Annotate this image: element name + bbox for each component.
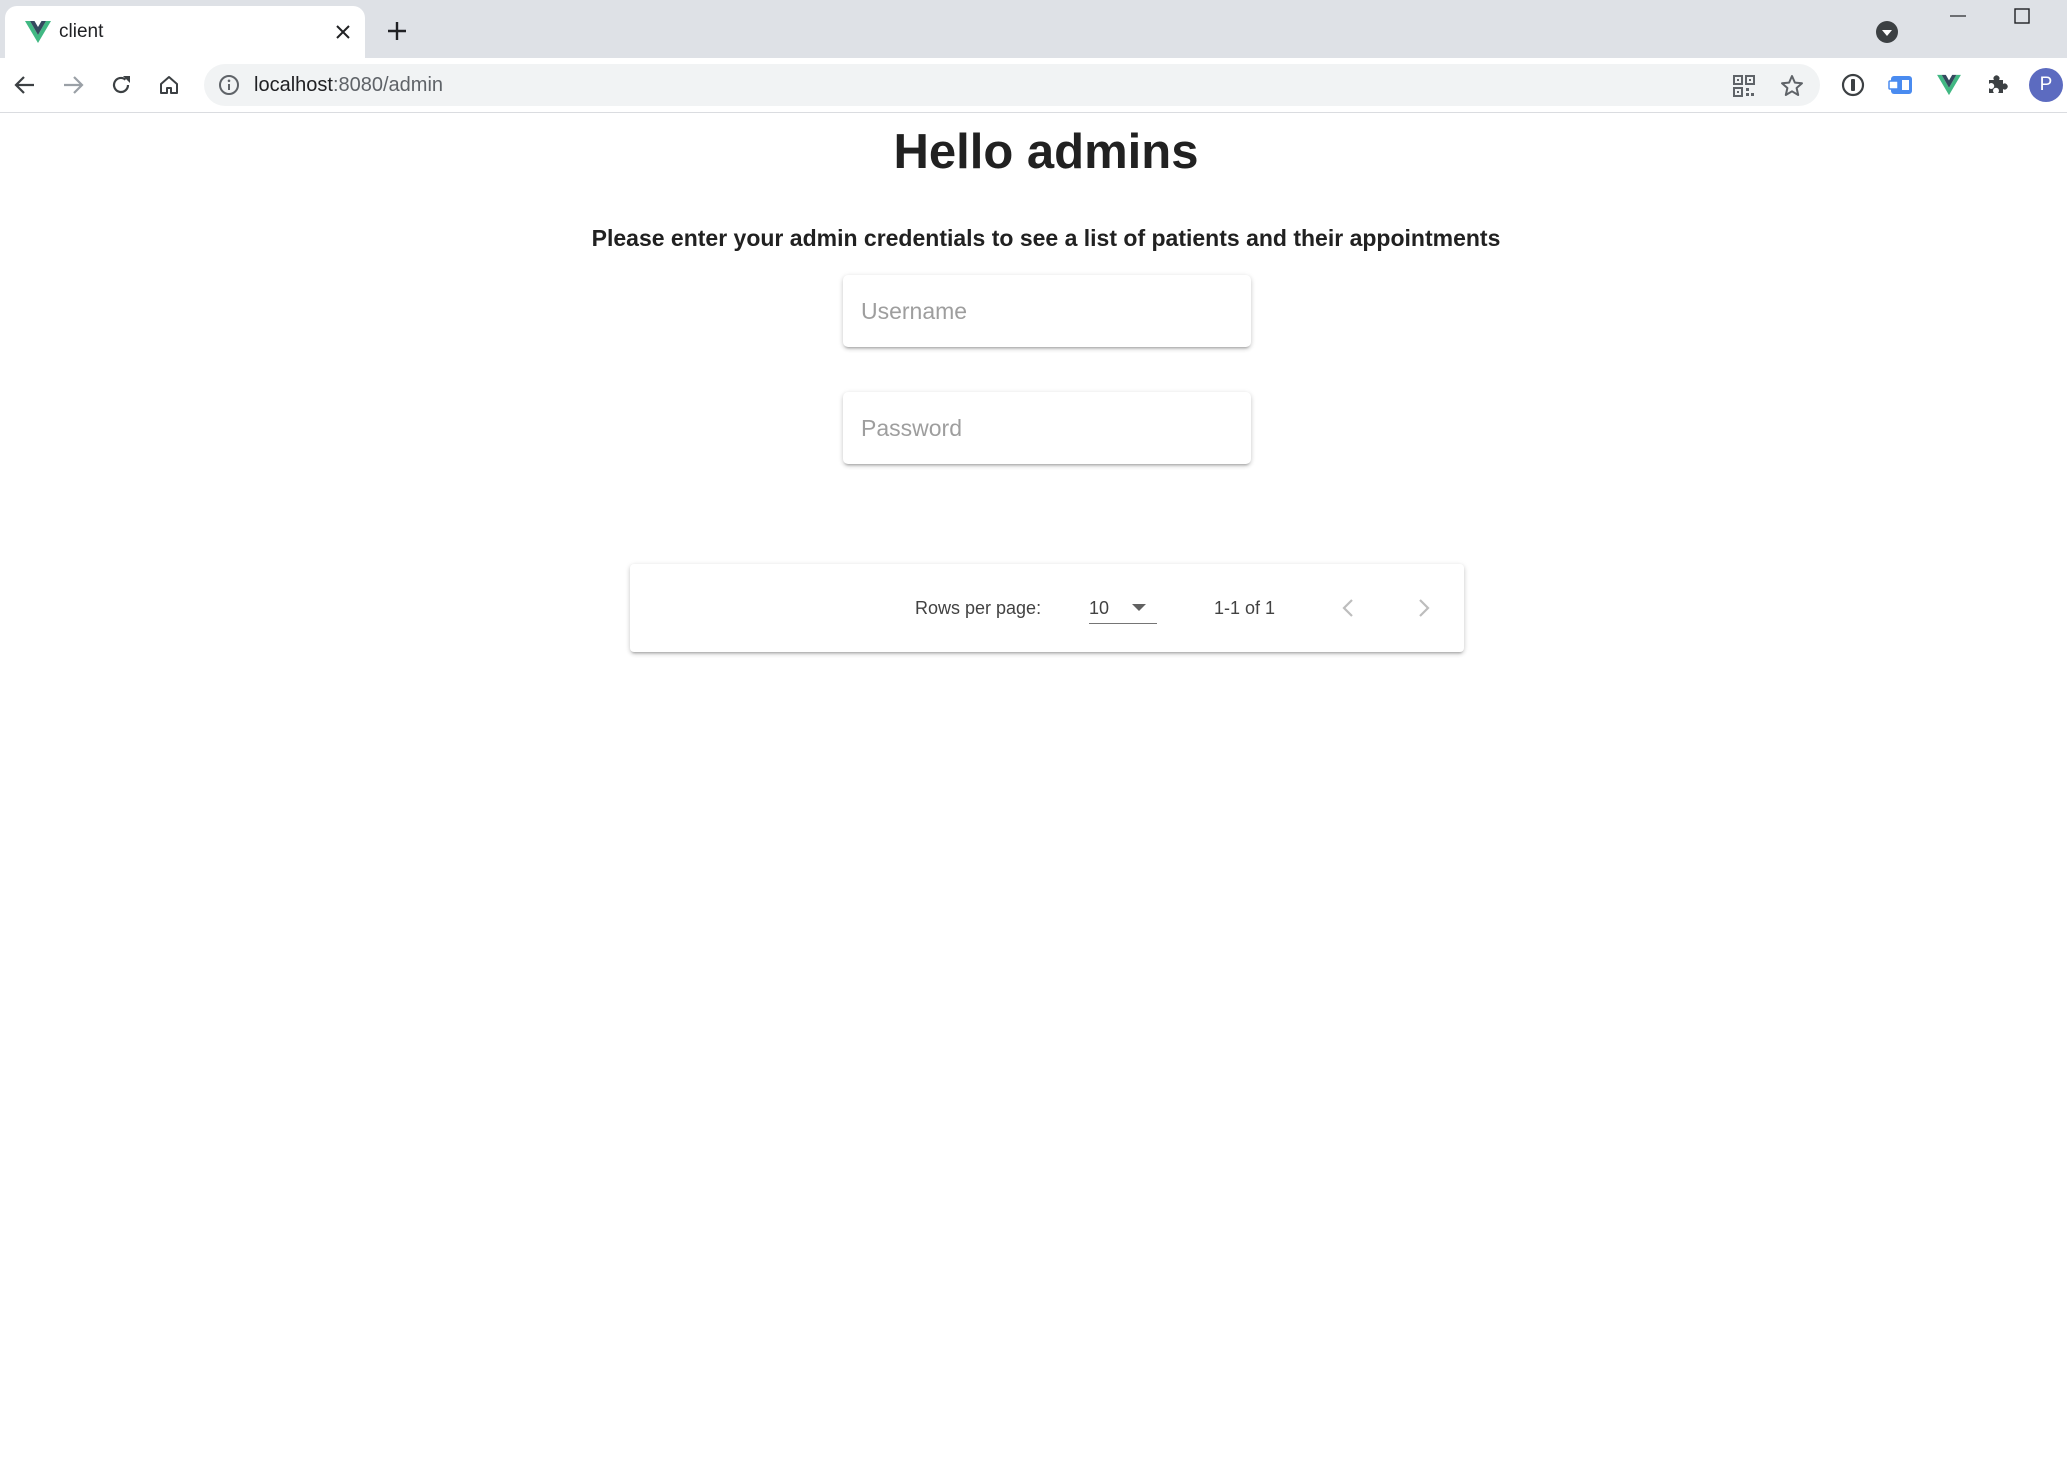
- vue-logo-icon: [1937, 74, 1961, 96]
- page-content: Hello admins Please enter your admin cre…: [0, 114, 2067, 1481]
- browser-toolbar: localhost:8080/admin P: [0, 58, 2067, 113]
- chevron-right-icon: [1419, 599, 1430, 617]
- maximize-icon: [2014, 8, 2030, 24]
- password-manager-extension[interactable]: [1836, 68, 1870, 102]
- close-tab-button[interactable]: [330, 19, 356, 45]
- url-host: localhost: [254, 74, 333, 96]
- url-path: :8080/admin: [332, 74, 444, 96]
- rows-per-page-select[interactable]: 10: [1089, 590, 1157, 624]
- reload-icon: [112, 76, 130, 94]
- profile-avatar[interactable]: P: [2029, 68, 2063, 102]
- tab-search-button[interactable]: [1873, 18, 1901, 46]
- username-field: [843, 275, 1251, 347]
- qr-code-icon: [1733, 75, 1755, 97]
- tab-title: client: [59, 21, 104, 42]
- back-button[interactable]: [8, 68, 42, 102]
- arrow-right-icon: [64, 76, 84, 94]
- page-title: Hello admins: [893, 125, 1199, 179]
- tab-strip: client: [0, 0, 2067, 58]
- home-button[interactable]: [152, 68, 186, 102]
- home-icon: [160, 76, 178, 94]
- dropdown-arrow-icon: [1132, 604, 1146, 611]
- reload-button[interactable]: [104, 68, 138, 102]
- username-input[interactable]: [843, 275, 1251, 347]
- instructions-text: Please enter your admin credentials to s…: [591, 225, 1501, 251]
- star-icon: [1781, 75, 1803, 96]
- reader-extension-icon: [1888, 76, 1912, 94]
- new-tab-button[interactable]: [383, 17, 411, 45]
- plus-icon: [388, 22, 406, 40]
- url-text[interactable]: localhost:8080/admin: [254, 74, 443, 96]
- rows-per-page-label: Rows per page:: [915, 598, 1042, 618]
- password-manager-icon: [1841, 73, 1865, 97]
- puzzle-piece-icon: [1989, 75, 2008, 93]
- extensions-button[interactable]: [1980, 68, 2014, 102]
- chevron-down-circle-icon: [1876, 21, 1898, 43]
- arrow-left-icon: [14, 76, 34, 94]
- qr-code-button[interactable]: [1730, 72, 1758, 100]
- vue-devtools-extension[interactable]: [1932, 68, 1966, 102]
- pagination-range: 1-1 of 1: [1214, 598, 1276, 618]
- table-footer: Rows per page: 10 1-1 of 1: [630, 564, 1464, 652]
- maximize-window-button[interactable]: [2006, 2, 2038, 30]
- reader-extension[interactable]: [1884, 68, 1918, 102]
- previous-page-button[interactable]: [1330, 590, 1366, 626]
- close-icon: [336, 25, 350, 39]
- rows-per-page-value: 10: [1089, 598, 1110, 618]
- password-input[interactable]: [843, 392, 1251, 464]
- forward-button[interactable]: [56, 68, 90, 102]
- password-field: [843, 392, 1251, 464]
- minimize-icon: [1950, 15, 1966, 17]
- chevron-left-icon: [1342, 599, 1353, 617]
- next-page-button[interactable]: [1406, 590, 1442, 626]
- bookmark-button[interactable]: [1778, 72, 1806, 100]
- vue-logo-icon: [25, 21, 51, 43]
- info-icon[interactable]: [218, 74, 240, 96]
- minimize-window-button[interactable]: [1942, 2, 1974, 30]
- address-bar[interactable]: localhost:8080/admin: [204, 64, 1820, 106]
- browser-tab[interactable]: client: [5, 6, 365, 58]
